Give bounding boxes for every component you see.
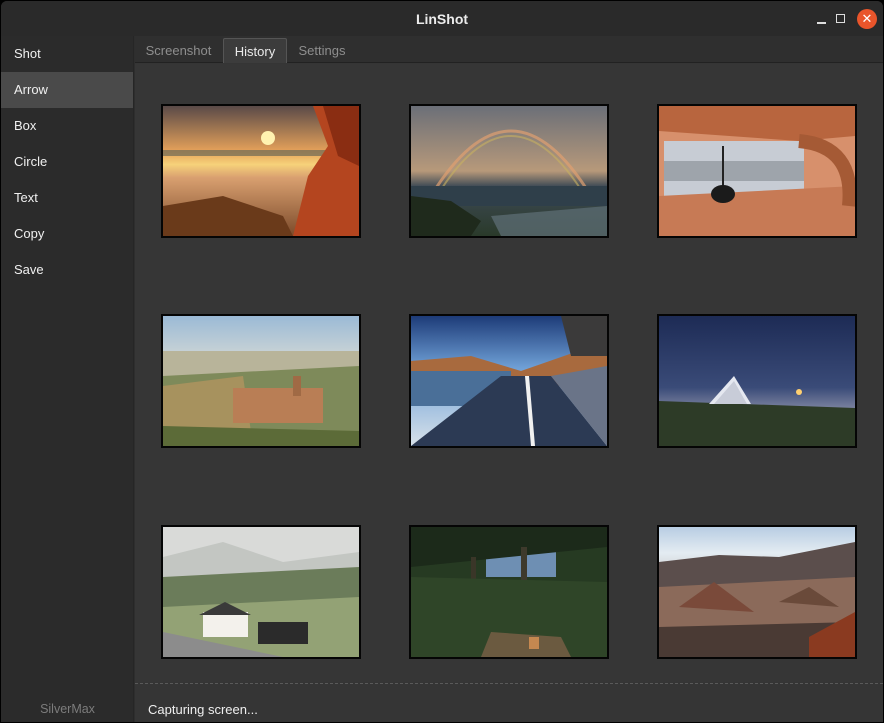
sidebar: Shot Arrow Box Circle Text Copy Save Sil… bbox=[1, 36, 134, 722]
thumbnail-volcanic-crater[interactable] bbox=[657, 525, 857, 659]
minimize-icon[interactable] bbox=[813, 9, 831, 27]
app-window: LinShot ✕ Shot Arrow Box Circle Text Cop… bbox=[1, 1, 883, 722]
tab-bar: Screenshot History Settings bbox=[135, 36, 883, 63]
sidebar-item-copy[interactable]: Copy bbox=[1, 216, 133, 252]
thumbnail-forest-path[interactable] bbox=[409, 525, 609, 659]
sidebar-item-shot[interactable]: Shot bbox=[1, 36, 133, 72]
tab-history[interactable]: History bbox=[223, 38, 287, 63]
close-icon[interactable]: ✕ bbox=[857, 9, 877, 29]
tab-screenshot[interactable]: Screenshot bbox=[135, 38, 222, 63]
history-gallery bbox=[135, 64, 883, 682]
thumbnail-palace-valley[interactable] bbox=[161, 314, 361, 448]
sidebar-item-text[interactable]: Text bbox=[1, 180, 133, 216]
thumbnail-autumn-lake-sunset[interactable] bbox=[161, 104, 361, 238]
thumbnail-rainbow-coast[interactable] bbox=[409, 104, 609, 238]
sidebar-footer-label: SilverMax bbox=[40, 702, 95, 716]
sidebar-item-save[interactable]: Save bbox=[1, 252, 133, 288]
sidebar-item-arrow[interactable]: Arrow bbox=[1, 72, 133, 108]
window-title: LinShot bbox=[415, 11, 469, 27]
sidebar-item-box[interactable]: Box bbox=[1, 108, 133, 144]
status-bar: Capturing screen... bbox=[135, 683, 883, 722]
sidebar-item-circle[interactable]: Circle bbox=[1, 144, 133, 180]
thumbnail-glass-house-night[interactable] bbox=[657, 314, 857, 448]
maximize-icon[interactable] bbox=[831, 9, 849, 27]
status-message: Capturing screen... bbox=[148, 702, 258, 717]
thumbnail-mountain-road[interactable] bbox=[409, 314, 609, 448]
main-panel: Screenshot History Settings Capturing sc… bbox=[135, 36, 883, 722]
thumbnail-wooden-cabin-interior[interactable] bbox=[657, 104, 857, 238]
title-bar[interactable]: LinShot ✕ bbox=[1, 1, 883, 36]
thumbnail-foggy-village[interactable] bbox=[161, 525, 361, 659]
tab-settings[interactable]: Settings bbox=[287, 38, 357, 63]
